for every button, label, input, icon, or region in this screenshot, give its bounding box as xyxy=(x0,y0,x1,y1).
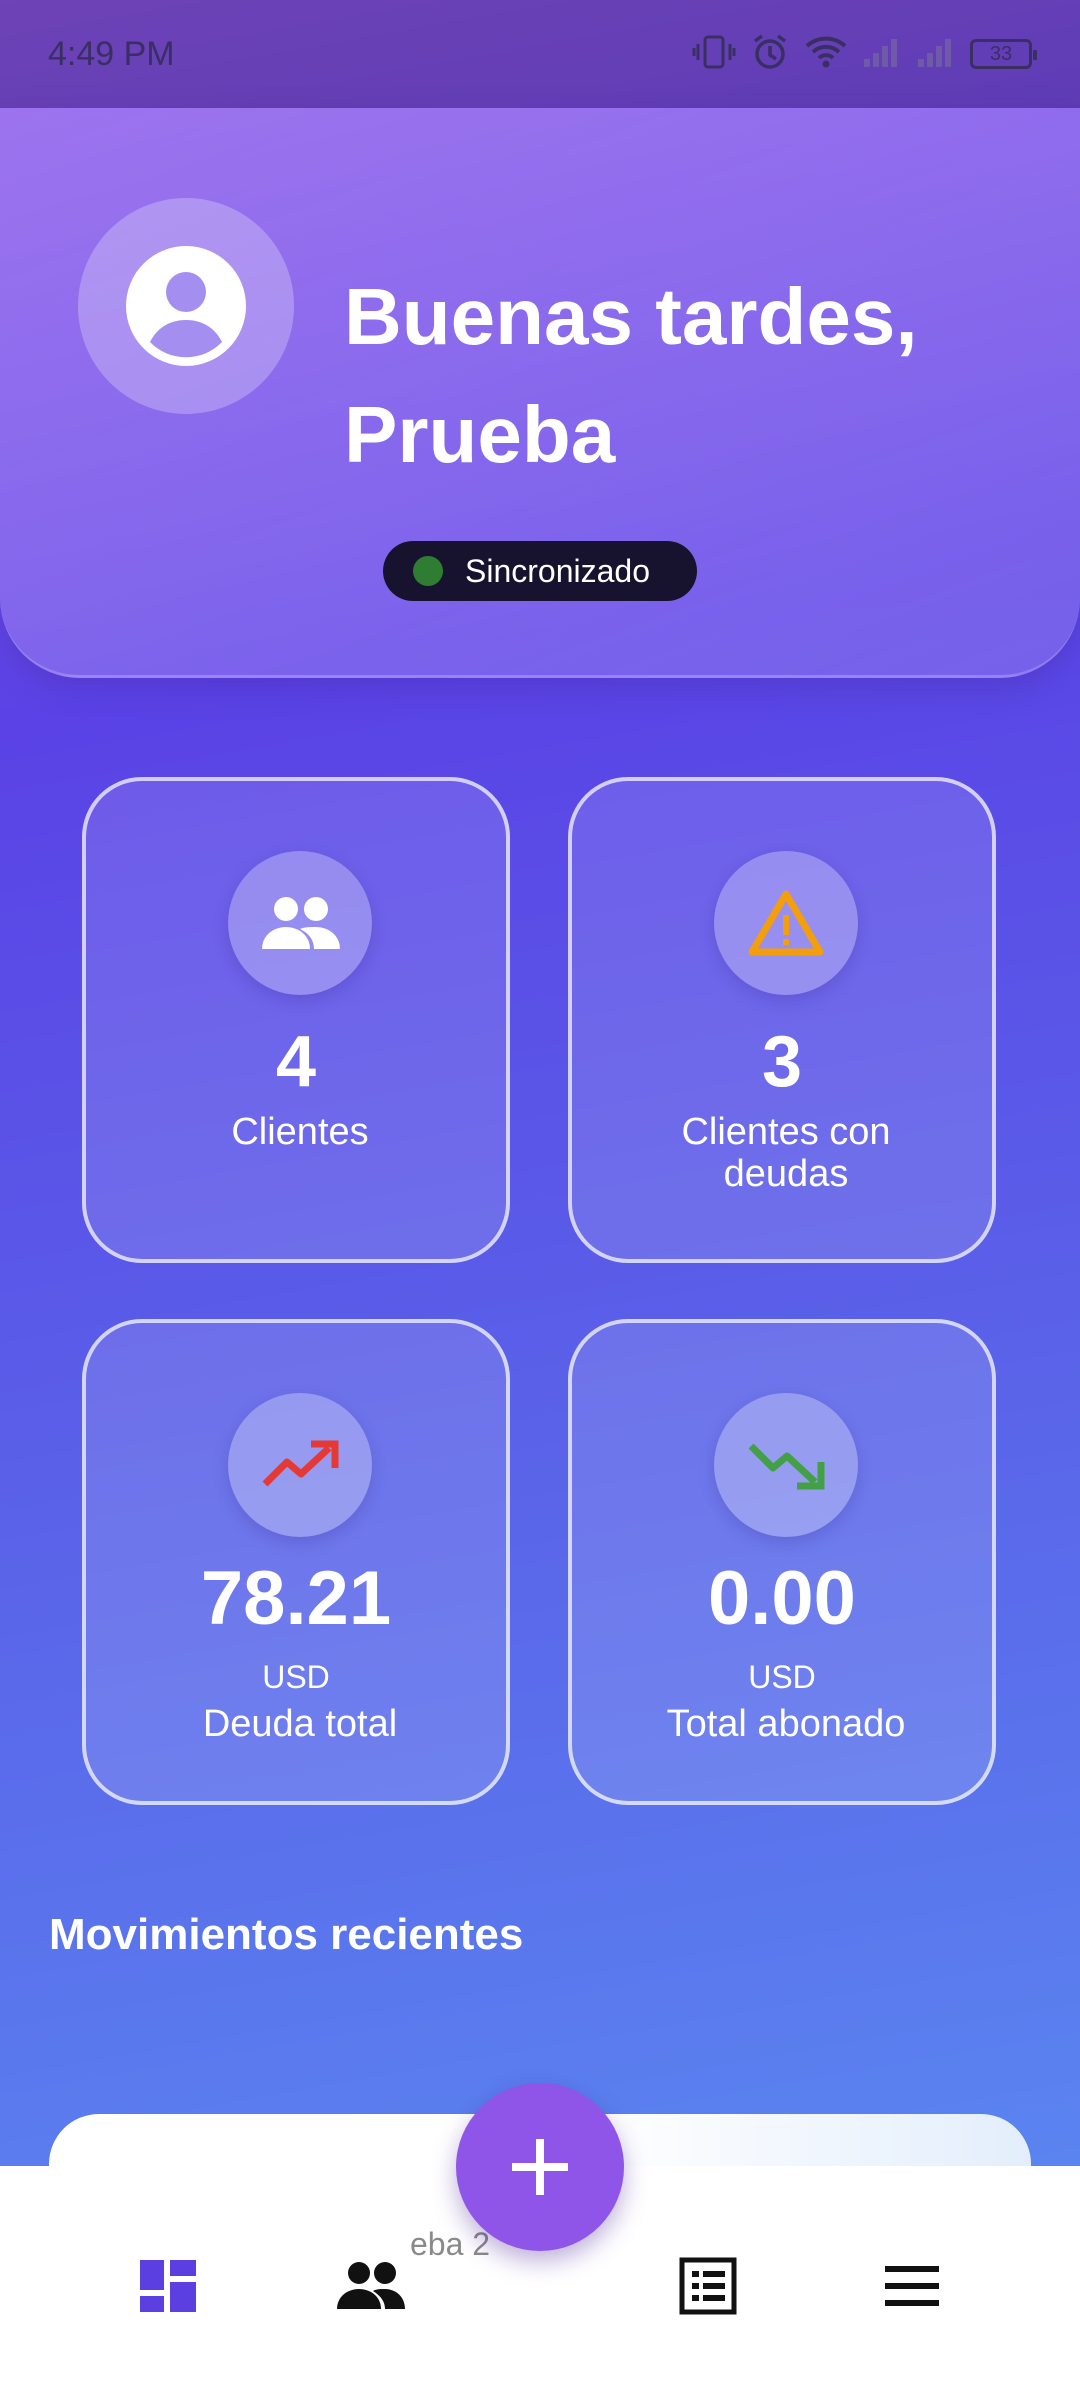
status-bar: 4:49 PM 33 xyxy=(0,0,1080,108)
list-item[interactable]: eba 2 xyxy=(410,2226,490,2263)
header-card: Buenas tardes, Prueba Sincronizado xyxy=(0,108,1080,678)
dashboard-icon xyxy=(140,2260,196,2312)
stat-label: Clientes xyxy=(231,1111,369,1153)
recent-movements-title: Movimientos recientes xyxy=(49,1910,524,1959)
stat-icon-circle xyxy=(228,851,372,995)
wifi-icon xyxy=(804,34,848,75)
stat-card-total-debt[interactable]: 78.21 USD Deuda total xyxy=(82,1319,510,1805)
stat-label-line-1: Clientes con xyxy=(681,1111,891,1153)
stat-card-clients-with-debt[interactable]: 3 Clientes con deudas xyxy=(568,777,996,1263)
people-icon xyxy=(337,2262,405,2309)
nav-item-menu[interactable] xyxy=(867,2250,957,2322)
stat-value: 3 xyxy=(761,1022,803,1102)
greeting: Buenas tardes, Prueba xyxy=(344,258,1044,494)
status-time: 4:49 PM xyxy=(48,34,175,73)
trending-up-icon xyxy=(262,1440,339,1487)
stat-label: Clientes con deudas xyxy=(592,1111,980,1195)
vibrate-icon xyxy=(692,34,736,75)
stat-icon-circle xyxy=(714,1393,858,1537)
sync-status-badge: Sincronizado xyxy=(383,541,697,601)
sync-status-dot xyxy=(413,556,443,586)
nav-item-clients[interactable] xyxy=(326,2250,416,2322)
warning-icon xyxy=(748,890,824,956)
stat-label: Total abonado xyxy=(666,1703,906,1745)
menu-icon xyxy=(885,2266,939,2306)
stat-value: 4 xyxy=(275,1022,317,1102)
nav-item-dashboard[interactable] xyxy=(123,2250,213,2322)
add-icon xyxy=(512,2139,568,2195)
add-button[interactable] xyxy=(456,2083,624,2251)
greeting-name: Prueba xyxy=(344,390,616,479)
nav-item-list[interactable] xyxy=(663,2250,753,2322)
people-icon xyxy=(262,897,340,949)
signal-icon xyxy=(862,35,902,74)
status-icons: 33 xyxy=(692,32,1037,77)
stat-icon-circle xyxy=(714,851,858,995)
avatar[interactable] xyxy=(78,198,294,414)
list-icon xyxy=(679,2257,737,2315)
trending-down-icon xyxy=(748,1443,825,1490)
stat-unit: USD xyxy=(262,1659,330,1695)
account-icon xyxy=(126,246,246,366)
stat-value: 0.00 xyxy=(708,1556,856,1641)
stat-label: Deuda total xyxy=(202,1703,398,1745)
alarm-icon xyxy=(750,32,790,77)
stat-card-total-paid[interactable]: 0.00 USD Total abonado xyxy=(568,1319,996,1805)
battery-icon: 33 xyxy=(970,39,1037,69)
stat-unit: USD xyxy=(748,1659,816,1695)
stat-value: 78.21 xyxy=(200,1556,392,1641)
stat-card-clients[interactable]: 4 Clientes xyxy=(82,777,510,1263)
greeting-line-1: Buenas tardes, xyxy=(344,272,918,361)
stat-label-line-2: deudas xyxy=(723,1153,849,1195)
sync-status-label: Sincronizado xyxy=(465,552,650,589)
signal-icon-2 xyxy=(916,35,956,74)
stat-icon-circle xyxy=(228,1393,372,1537)
